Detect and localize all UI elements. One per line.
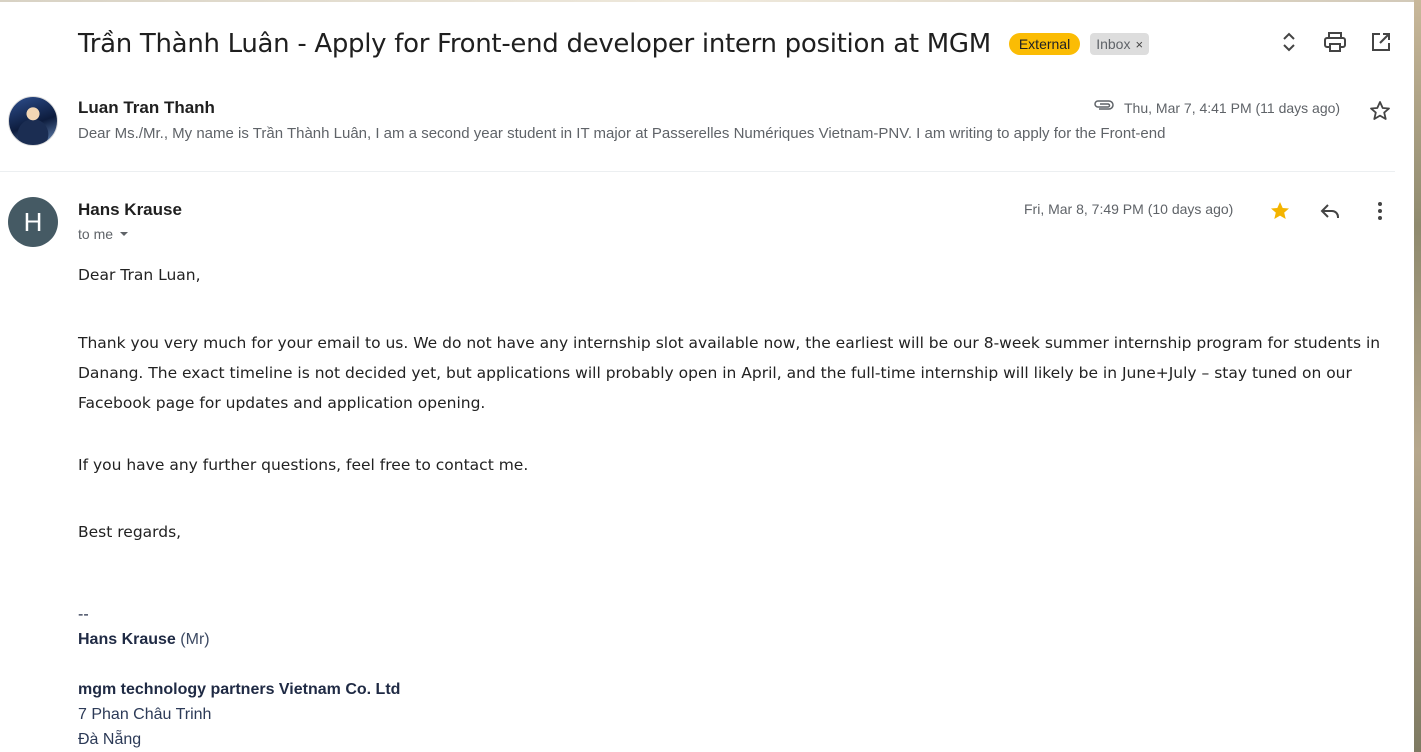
recipients-label: to me [78, 226, 114, 242]
expand-collapse-icon[interactable] [1277, 30, 1301, 54]
sender-name: Hans Krause [78, 200, 182, 219]
subject-row: Trần Thành Luân - Apply for Front-end de… [78, 26, 1150, 62]
open-in-new-window-icon[interactable] [1369, 30, 1393, 54]
message-snippet: Dear Ms./Mr., My name is Trần Thành Luân… [78, 125, 1166, 142]
recipients-dropdown[interactable]: to me [78, 226, 131, 242]
reply-icon[interactable] [1318, 199, 1342, 228]
print-icon[interactable] [1323, 30, 1347, 54]
signature-title: (Mr) [180, 631, 210, 648]
inbox-label-text: Inbox [1096, 36, 1131, 52]
inbox-label[interactable]: Inbox × [1090, 33, 1150, 55]
attachment-icon [1093, 98, 1115, 117]
sender-name: Luan Tran Thanh [78, 98, 215, 117]
email-subject: Trần Thành Luân - Apply for Front-end de… [78, 29, 991, 59]
external-label: External [1008, 33, 1081, 55]
message-collapsed[interactable]: Luan Tran Thanh Dear Ms./Mr., My name is… [0, 92, 1395, 172]
signature-company: mgm technology partners Vietnam Co. Ltd [78, 681, 401, 698]
avatar: H [8, 197, 58, 247]
message-date: Thu, Mar 7, 4:41 PM (11 days ago) [1124, 100, 1341, 116]
star-icon[interactable] [1368, 99, 1392, 128]
signature-separator: -- [78, 606, 89, 623]
window-right-edge [1414, 0, 1421, 752]
email-closing: Best regards, [78, 523, 182, 541]
thread-toolbar [1277, 30, 1393, 54]
email-paragraph: If you have any further questions, feel … [78, 456, 529, 474]
chevron-down-icon [117, 226, 131, 242]
more-options-icon[interactable] [1368, 199, 1392, 228]
avatar [8, 96, 58, 146]
signature-name-line: Hans Krause (Mr) [78, 631, 210, 649]
remove-label-icon[interactable]: × [1135, 37, 1143, 52]
email-paragraph: Thank you very much for your email to us… [78, 334, 1381, 412]
signature-name: Hans Krause [78, 631, 176, 648]
message-date: Fri, Mar 8, 7:49 PM (10 days ago) [1024, 201, 1234, 217]
star-icon[interactable] [1268, 199, 1292, 228]
window-top-edge [0, 0, 1421, 2]
signature-city: Đà Nẵng [78, 731, 142, 748]
email-greeting: Dear Tran Luan, [78, 266, 201, 284]
signature-address: 7 Phan Châu Trinh [78, 706, 212, 723]
